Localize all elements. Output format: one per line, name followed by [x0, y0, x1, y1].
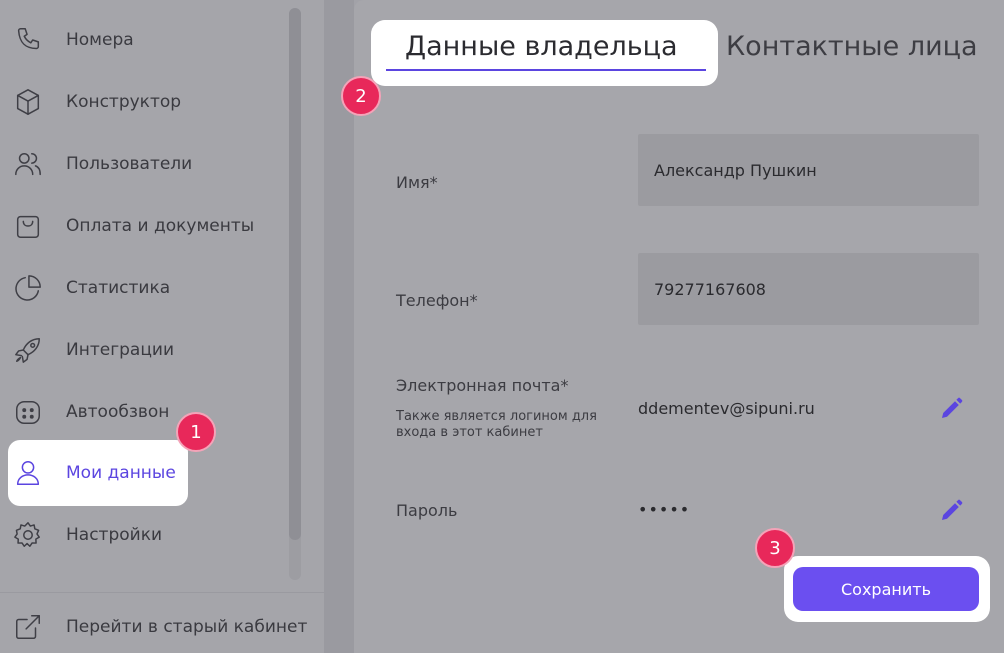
sidebar-item-payments[interactable]: Оплата и документы [0, 201, 290, 251]
tab-owner-data[interactable]: Данные владельца [371, 20, 718, 86]
edit-password-icon[interactable] [938, 498, 964, 524]
password-value: ••••• [638, 500, 691, 519]
name-label: Имя* [396, 173, 438, 192]
sidebar-divider [0, 592, 324, 593]
save-button[interactable]: Сохранить [793, 567, 979, 611]
tab-label: Данные владельца [405, 31, 678, 62]
phone-label: Телефон* [396, 291, 478, 310]
robot-icon [12, 396, 44, 428]
sidebar-item-constructor[interactable]: Конструктор [0, 77, 290, 127]
old-cabinet-link[interactable]: Перейти в старый кабинет [0, 602, 307, 652]
sidebar-item-label: Автообзвон [66, 402, 170, 422]
sidebar-item-label: Конструктор [66, 92, 182, 112]
sidebar-item-settings[interactable]: Настройки [0, 510, 290, 560]
sidebar-item-numbers[interactable]: Номера [0, 15, 290, 65]
user-icon [12, 457, 44, 489]
shopping-bag-icon [12, 210, 44, 242]
sidebar-scrollbar-thumb[interactable] [289, 8, 301, 540]
password-label: Пароль [396, 501, 458, 520]
rocket-icon [12, 334, 44, 366]
sidebar: Номера Конструктор Пользователи Оплата и… [0, 0, 324, 653]
sidebar-item-integrations[interactable]: Интеграции [0, 325, 290, 375]
sidebar-item-label: Статистика [66, 278, 171, 298]
sidebar-item-label: Номера [66, 30, 134, 50]
sidebar-item-statistics[interactable]: Статистика [0, 263, 290, 313]
email-label: Электронная почта* [396, 376, 569, 395]
sidebar-item-label: Интеграции [66, 340, 175, 360]
edit-email-icon[interactable] [938, 396, 964, 422]
sidebar-item-users[interactable]: Пользователи [0, 139, 290, 189]
step-badge-3: 3 [755, 528, 795, 568]
sidebar-item-label: Оплата и документы [66, 216, 255, 236]
pie-chart-icon [12, 272, 44, 304]
old-cabinet-label: Перейти в старый кабинет [66, 617, 308, 637]
gear-icon [12, 519, 44, 551]
email-hint: Также является логином для входа в этот … [396, 409, 597, 440]
sidebar-item-autodial[interactable]: Автообзвон [0, 387, 290, 437]
sidebar-item-label: Настройки [66, 525, 163, 545]
phone-icon [12, 24, 44, 56]
phone-input[interactable]: 79277167608 [638, 253, 979, 325]
step-badge-1: 1 [176, 412, 216, 452]
users-icon [12, 148, 44, 180]
cube-icon [12, 86, 44, 118]
email-value: ddementev@sipuni.ru [638, 399, 815, 418]
tab-underline [386, 69, 706, 71]
external-link-icon [12, 611, 44, 643]
step-badge-2: 2 [341, 76, 381, 116]
sidebar-item-my-data[interactable]: Мои данные [8, 440, 188, 506]
sidebar-item-label: Мои данные [66, 463, 176, 483]
sidebar-item-label: Пользователи [66, 154, 193, 174]
tab-contacts[interactable]: Контактные лица [726, 31, 978, 62]
name-input[interactable]: Александр Пушкин [638, 134, 979, 206]
